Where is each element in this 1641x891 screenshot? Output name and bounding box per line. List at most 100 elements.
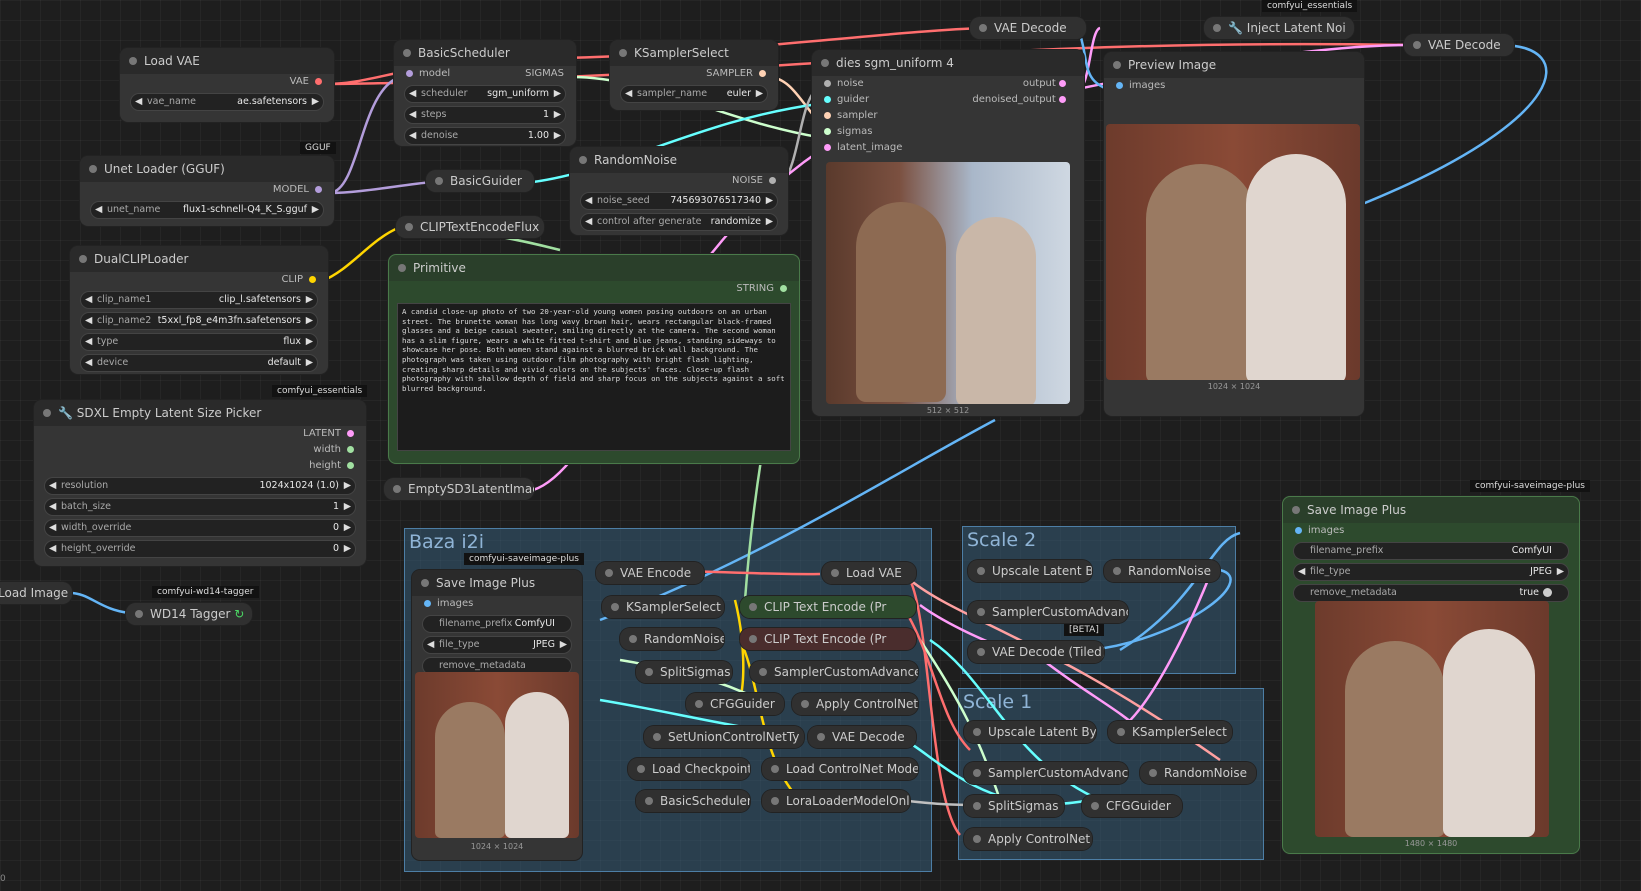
node-load-vae[interactable]: Load VAE VAE ◀ vae_name ae.safetensors ▶: [120, 48, 334, 122]
node-s1-cfg-guider[interactable]: CFGGuider: [1082, 795, 1182, 817]
output-pin[interactable]: [1059, 95, 1066, 103]
input-pin[interactable]: [1295, 526, 1302, 534]
node-apply-controlnet[interactable]: Apply ControlNet: [792, 693, 918, 715]
node-s1-apply-controlnet[interactable]: Apply ControlNet: [964, 828, 1092, 850]
node-basic-scheduler[interactable]: BasicScheduler model SIGMAS ◀ scheduler sgm…: [394, 40, 576, 146]
denoise-widget[interactable]: ◀ denoise 1.00 ▶: [404, 127, 566, 145]
node-load-vae-2[interactable]: Load VAE: [822, 562, 916, 584]
batch-size-widget[interactable]: ◀ batch_size 1 ▶: [44, 498, 356, 516]
node-sampler-custom-advanced[interactable]: dies sgm_uniform 4 noise output guider den…: [812, 50, 1084, 416]
clip-name1-widget[interactable]: ◀ clip_name1 clip_l.safetensors ▶: [80, 291, 318, 309]
node-save-image-plus-right[interactable]: Save Image Plus images filename_prefix Co…: [1282, 496, 1580, 854]
node-title: KSamplerSelect: [1132, 725, 1227, 739]
node-title: BasicGuider: [450, 174, 522, 188]
node-unet-loader-gguf[interactable]: Unet Loader (GGUF) MODEL ◀ unet_name flux1…: [80, 156, 334, 226]
image-size-caption: 1480 × 1480: [1404, 839, 1458, 848]
remove-metadata-toggle[interactable]: remove_metadatatrue: [1293, 584, 1569, 602]
node-s1-sampler-custom-advanced[interactable]: SamplerCustomAdvance: [964, 762, 1128, 784]
node-lora-loader-model-only[interactable]: LoraLoaderModelOnly: [762, 790, 910, 812]
node-random-noise-2[interactable]: RandomNoise: [620, 628, 724, 650]
node-preview-image[interactable]: Preview Image images 1024 × 1024: [1104, 52, 1364, 416]
node-wd14-tagger[interactable]: WD14 Tagger ↻: [126, 603, 252, 625]
control-after-generate-widget[interactable]: ◀ control after generate randomize ▶: [580, 213, 778, 231]
node-clip-text-encode-2[interactable]: CLIP Text Encode (Pr: [740, 628, 916, 650]
output-pin[interactable]: [1059, 79, 1066, 87]
node-s2-upscale-latent-by[interactable]: Upscale Latent By: [968, 560, 1092, 582]
node-load-checkpoint[interactable]: Load Checkpoint: [628, 758, 750, 780]
height-override-widget[interactable]: ◀ height_override 0 ▶: [44, 540, 356, 558]
node-clip-text-encode-1[interactable]: CLIP Text Encode (Pr: [740, 596, 916, 618]
output-pin[interactable]: [347, 429, 354, 437]
width-override-widget[interactable]: ◀ width_override 0 ▶: [44, 519, 356, 537]
vae-name-widget[interactable]: ◀ vae_name ae.safetensors ▶: [130, 93, 324, 111]
node-clip-text-encode-flux[interactable]: CLIPTextEncodeFlux: [396, 216, 544, 238]
node-title: Load ControlNet Mode: [786, 762, 918, 776]
output-pin[interactable]: [347, 461, 354, 469]
unet-name-widget[interactable]: ◀ unet_name flux1-schnell-Q4_K_S.gguf ▶: [90, 201, 324, 219]
node-cfg-guider[interactable]: CFGGuider: [686, 693, 784, 715]
prompt-textarea[interactable]: A candid close-up photo of two 20-year-o…: [397, 303, 791, 451]
output-pin[interactable]: [780, 284, 787, 292]
node-title: Load VAE: [144, 54, 200, 68]
node-s1-random-noise[interactable]: RandomNoise: [1140, 762, 1256, 784]
node-vae-decode-right[interactable]: VAE Decode: [1404, 34, 1514, 56]
output-label: denoised_output: [972, 94, 1056, 105]
node-title: BasicScheduler: [660, 794, 750, 808]
node-sdxl-empty-latent-size-picker[interactable]: 🔧 SDXL Empty Latent Size Picker LATENT w…: [34, 400, 366, 566]
node-vae-decode-2[interactable]: VAE Decode: [808, 726, 916, 748]
input-pin[interactable]: [824, 95, 831, 103]
file-type-widget[interactable]: ◀ file_type JPEG ▶: [1293, 563, 1569, 581]
noise-seed-widget[interactable]: ◀ noise_seed 745693076517340 ▶: [580, 192, 778, 210]
node-save-image-plus-left[interactable]: Save Image Plus images filename_prefix Co…: [412, 570, 582, 860]
output-pin[interactable]: [315, 185, 322, 193]
output-pin[interactable]: [347, 445, 354, 453]
sampler-name-widget[interactable]: ◀ sampler_name euler ▶: [620, 85, 768, 103]
output-pin[interactable]: [769, 176, 776, 184]
output-pin[interactable]: [315, 77, 322, 85]
input-pin[interactable]: [424, 599, 431, 607]
node-s1-upscale-latent-by[interactable]: Upscale Latent By: [964, 721, 1096, 743]
node-empty-sd3-latent-image[interactable]: EmptySD3LatentImage: [384, 478, 534, 500]
device-widget[interactable]: ◀ device default ▶: [80, 354, 318, 372]
woman-figure: [505, 692, 569, 838]
input-pin[interactable]: [824, 143, 831, 151]
input-pin[interactable]: [824, 79, 831, 87]
refresh-icon[interactable]: ↻: [234, 607, 244, 621]
node-s2-vae-decode-tiled[interactable]: VAE Decode (Tiled): [968, 641, 1104, 663]
node-sampler-custom-advanced-2[interactable]: SamplerCustomAdvance: [750, 661, 918, 683]
node-vae-encode[interactable]: VAE Encode: [596, 562, 704, 584]
node-ksampler-select-2[interactable]: KSamplerSelect: [602, 596, 724, 618]
steps-widget[interactable]: ◀ steps 1 ▶: [404, 106, 566, 124]
file-type-widget[interactable]: ◀ file_type JPEG ▶: [422, 636, 572, 654]
type-widget[interactable]: ◀ type flux ▶: [80, 333, 318, 351]
node-basic-guider[interactable]: BasicGuider: [426, 170, 534, 192]
node-random-noise[interactable]: RandomNoise NOISE ◀ noise_seed 74569307651…: [570, 147, 788, 235]
input-pin[interactable]: [1116, 81, 1123, 89]
output-pin[interactable]: [309, 275, 316, 283]
node-set-union-controlnet-type[interactable]: SetUnionControlNetTy: [644, 726, 804, 748]
node-s2-sampler-custom-advanced[interactable]: SamplerCustomAdvance: [968, 601, 1128, 623]
node-load-controlnet-model[interactable]: Load ControlNet Mode: [762, 758, 918, 780]
node-s1-split-sigmas[interactable]: SplitSigmas: [964, 795, 1064, 817]
node-basic-scheduler-2[interactable]: BasicScheduler: [636, 790, 750, 812]
filename-prefix-widget[interactable]: filename_prefix ComfyUI: [1293, 542, 1569, 560]
filename-prefix-widget[interactable]: filename_prefix ComfyUI: [422, 615, 572, 633]
node-ksampler-select[interactable]: KSamplerSelect SAMPLER ◀ sampler_name eule…: [610, 40, 778, 110]
node-tag: comfyui-wd14-tagger: [152, 586, 259, 598]
node-dual-clip-loader[interactable]: DualCLIPLoader CLIP ◀ clip_name1 clip_l.sa…: [70, 246, 328, 374]
clip-name2-widget[interactable]: ◀ clip_name2 t5xxl_fp8_e4m3fn.safetensors ▶: [80, 312, 318, 330]
node-primitive[interactable]: Primitive STRING A candid close-up photo…: [388, 254, 800, 464]
node-title: VAE Decode: [832, 730, 905, 744]
output-pin[interactable]: [759, 69, 766, 77]
node-s1-ksampler-select[interactable]: KSamplerSelect: [1108, 721, 1232, 743]
node-split-sigmas[interactable]: SplitSigmas: [636, 661, 732, 683]
scheduler-widget[interactable]: ◀ scheduler sgm_uniform ▶: [404, 85, 566, 103]
node-inject-latent-noise[interactable]: 🔧 Inject Latent Noi: [1204, 17, 1354, 39]
input-pin[interactable]: [406, 69, 413, 77]
node-vae-decode-top[interactable]: VAE Decode: [970, 17, 1086, 39]
input-pin[interactable]: [824, 127, 831, 135]
resolution-widget[interactable]: ◀ resolution 1024x1024 (1.0) ▶: [44, 477, 356, 495]
node-s2-random-noise[interactable]: RandomNoise: [1104, 560, 1220, 582]
input-pin[interactable]: [824, 111, 831, 119]
node-load-image[interactable]: Load Image: [0, 582, 72, 604]
